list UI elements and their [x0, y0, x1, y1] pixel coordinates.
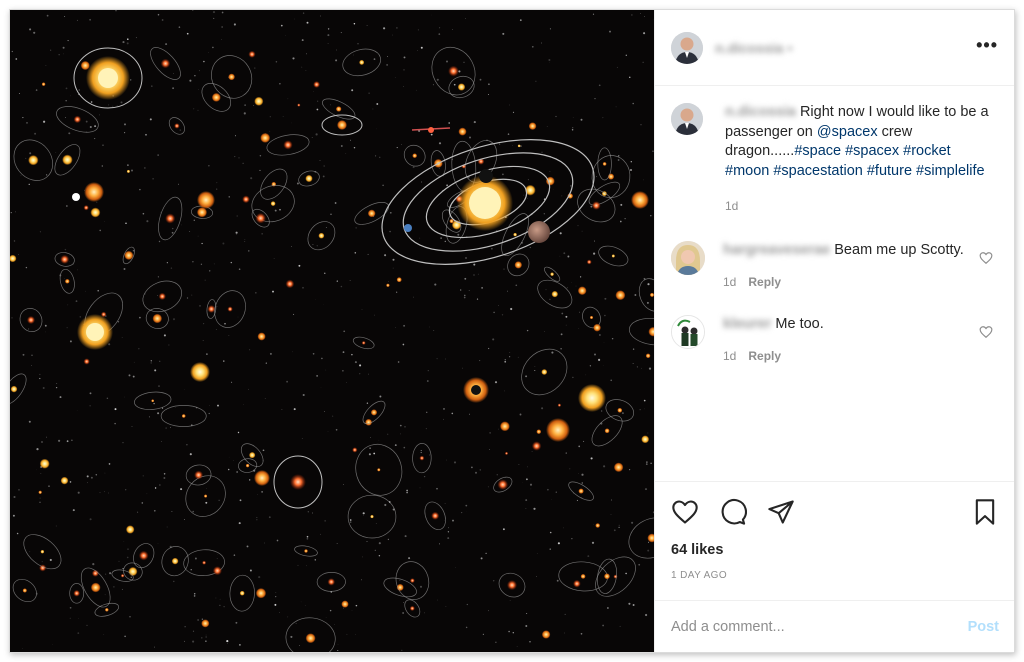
instagram-post-modal: n.dicossia • ••• n.dicossia Right now I …	[9, 9, 1015, 653]
post-side-panel: n.dicossia • ••• n.dicossia Right now I …	[654, 10, 1014, 652]
person-avatar-icon	[671, 31, 703, 64]
more-options-icon[interactable]: •••	[976, 36, 998, 54]
like-comment-heart-icon[interactable]	[979, 251, 993, 265]
caption: n.dicossia Right now I would like to be …	[671, 103, 999, 217]
person-avatar-icon	[671, 240, 705, 275]
author-avatar[interactable]	[671, 31, 703, 64]
comment-age: 1d	[723, 349, 737, 363]
bookmark-icon[interactable]	[971, 498, 999, 526]
like-comment-heart-icon[interactable]	[979, 325, 993, 339]
likes-count[interactable]: 64 likes	[671, 542, 999, 558]
paper-plane-icon[interactable]	[767, 498, 795, 526]
commenter-avatar[interactable]	[671, 314, 705, 349]
caption-author-avatar[interactable]	[671, 103, 703, 135]
comment-item: hargreaveserae Beam me up Scotty. 1d Repl…	[671, 240, 999, 293]
comment-item: kleurer Me too. 1d Reply	[671, 314, 999, 367]
heart-icon[interactable]	[671, 498, 699, 526]
post-timestamp: 1 DAY AGO	[671, 570, 728, 581]
add-comment-bar: Post	[655, 600, 1014, 652]
action-icons-row	[671, 496, 999, 528]
commenter-username[interactable]: hargreaveserae	[723, 242, 830, 258]
comment-text: Me too.	[775, 315, 824, 332]
caption-age: 1d	[725, 199, 739, 213]
commenter-avatar[interactable]	[671, 240, 705, 275]
person-avatar-icon	[672, 315, 704, 348]
post-header: n.dicossia • •••	[655, 10, 1014, 86]
comment-text: Beam me up Scotty.	[834, 241, 964, 258]
reply-button[interactable]: Reply	[748, 275, 781, 289]
comment-age: 1d	[723, 275, 737, 289]
mention-link[interactable]: @spacex	[817, 124, 878, 140]
caption-text: n.dicossia Right now I would like to be …	[725, 103, 993, 181]
post-actions: 64 likes 1 DAY AGO	[655, 481, 1014, 599]
post-image[interactable]	[10, 10, 654, 652]
caption-username[interactable]: n.dicossia	[725, 104, 796, 120]
author-handle[interactable]: n.dicossia	[715, 40, 783, 56]
post-comment-button[interactable]: Post	[968, 619, 999, 635]
star-systems-illustration	[10, 10, 654, 652]
add-comment-input[interactable]	[671, 618, 968, 635]
reply-button[interactable]: Reply	[748, 349, 781, 363]
commenter-username[interactable]: kleurer	[723, 316, 771, 332]
comment-bubble-icon[interactable]	[719, 498, 747, 526]
person-avatar-icon	[671, 103, 703, 135]
follow-dot: •	[787, 39, 793, 56]
comments-list: n.dicossia Right now I would like to be …	[655, 87, 1014, 480]
